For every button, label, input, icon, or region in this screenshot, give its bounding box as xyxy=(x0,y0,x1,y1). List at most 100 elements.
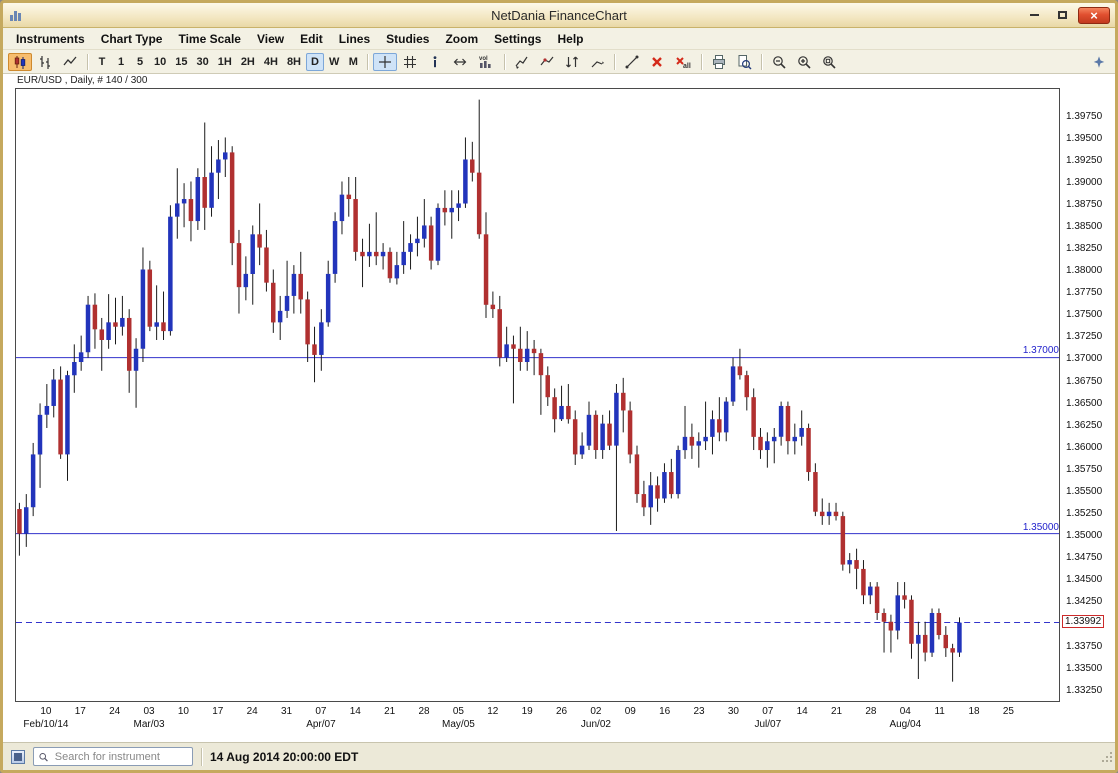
timeframe-2h-button[interactable]: 2H xyxy=(237,53,259,71)
menu-help[interactable]: Help xyxy=(550,30,590,48)
level-label-2: 1.35000 xyxy=(1015,522,1059,533)
minimize-icon xyxy=(1030,14,1039,16)
zoom-reset-button[interactable] xyxy=(817,53,841,71)
timeframe-1m-button[interactable]: 1 xyxy=(112,53,130,71)
menu-chart-type[interactable]: Chart Type xyxy=(94,30,170,48)
x-axis-day-label: 12 xyxy=(478,706,508,717)
statusbar-app-icon[interactable] xyxy=(11,750,25,764)
print-icon xyxy=(711,54,727,70)
toolbar-separator xyxy=(87,54,88,70)
crosshair-button[interactable] xyxy=(373,53,397,71)
menu-instruments[interactable]: Instruments xyxy=(9,30,92,48)
print-preview-button[interactable] xyxy=(732,53,756,71)
x-axis-day-label: 02 xyxy=(581,706,611,717)
x-axis-day-label: 24 xyxy=(237,706,267,717)
toolbar-star-button[interactable] xyxy=(1088,53,1110,71)
x-axis-day-label: 10 xyxy=(31,706,61,717)
y-axis-tick-label: 1.34750 xyxy=(1066,552,1102,563)
timeframe-10m-button[interactable]: 10 xyxy=(150,53,170,71)
timeframe-8h-button[interactable]: 8H xyxy=(283,53,305,71)
y-axis-tick-label: 1.34250 xyxy=(1066,596,1102,607)
ohlc-bars-icon xyxy=(37,54,53,70)
title-bar[interactable]: NetDania FinanceChart × xyxy=(3,3,1115,28)
zoom-out-button[interactable] xyxy=(767,53,791,71)
y-axis-tick-label: 1.36500 xyxy=(1066,398,1102,409)
statusbar-separator xyxy=(201,748,202,766)
data-inspect-button[interactable] xyxy=(535,53,559,71)
y-axis-tick-label: 1.39250 xyxy=(1066,155,1102,166)
y-axis[interactable]: 1.397501.395001.392501.390001.387501.385… xyxy=(1064,89,1114,703)
x-axis-day-label: 25 xyxy=(993,706,1023,717)
scroll-horizontal-button[interactable] xyxy=(448,53,472,71)
resize-grip[interactable] xyxy=(1100,750,1113,768)
maximize-button[interactable] xyxy=(1050,7,1074,23)
grid-icon xyxy=(402,54,418,70)
delete-selected-button[interactable] xyxy=(645,53,669,71)
chart-type-bars-button[interactable] xyxy=(33,53,57,71)
delete-all-button[interactable]: all xyxy=(670,53,696,71)
trendline-button[interactable] xyxy=(620,53,644,71)
chart-area: EUR/USD , Daily, # 140 / 300 1.397501.39… xyxy=(3,74,1115,742)
timeframe-15m-button[interactable]: 15 xyxy=(171,53,191,71)
instrument-search-input[interactable] xyxy=(53,750,188,764)
y-axis-tick-label: 1.38000 xyxy=(1066,265,1102,276)
menu-view[interactable]: View xyxy=(250,30,291,48)
chart-type-line-button[interactable] xyxy=(58,53,82,71)
minimize-button[interactable] xyxy=(1022,7,1046,23)
close-button[interactable]: × xyxy=(1078,7,1110,24)
x-axis-months[interactable]: Feb/10/14Mar/03Apr/07May/05Jun/02Jul/07A… xyxy=(3,719,1063,731)
menu-edit[interactable]: Edit xyxy=(293,30,330,48)
status-bar: 14 Aug 2014 20:00:00 EDT xyxy=(3,742,1115,770)
zoom-in-button[interactable] xyxy=(792,53,816,71)
info-button[interactable] xyxy=(423,53,447,71)
window-title: NetDania FinanceChart xyxy=(3,8,1115,23)
y-axis-tick-label: 1.35500 xyxy=(1066,486,1102,497)
timeframe-4h-button[interactable]: 4H xyxy=(260,53,282,71)
x-axis-day-label: 30 xyxy=(718,706,748,717)
x-axis-day-label: 05 xyxy=(443,706,473,717)
period-weekly-button[interactable]: W xyxy=(325,53,343,71)
x-axis-day-label: 14 xyxy=(340,706,370,717)
menu-studies[interactable]: Studies xyxy=(379,30,436,48)
volume-button[interactable]: vol xyxy=(473,53,499,71)
crosshair-pointer-button[interactable] xyxy=(510,53,534,71)
y-axis-tick-label: 1.37000 xyxy=(1066,353,1102,364)
timeframe-1h-button[interactable]: 1H xyxy=(214,53,236,71)
toolbar-separator xyxy=(504,54,505,70)
pointer-line-icon xyxy=(589,54,605,70)
x-axis-days[interactable]: 1017240310172431071421280512192602091623… xyxy=(3,706,1063,718)
menu-lines[interactable]: Lines xyxy=(332,30,377,48)
pointer-line-button[interactable] xyxy=(585,53,609,71)
price-plot[interactable] xyxy=(15,88,1060,702)
period-daily-button[interactable]: D xyxy=(306,53,324,71)
print-button[interactable] xyxy=(707,53,731,71)
timeframe-30m-button[interactable]: 30 xyxy=(193,53,213,71)
y-axis-tick-label: 1.38500 xyxy=(1066,221,1102,232)
menu-settings[interactable]: Settings xyxy=(487,30,548,48)
menu-time-scale[interactable]: Time Scale xyxy=(171,30,247,48)
compare-instruments-button[interactable] xyxy=(560,53,584,71)
zoom-in-icon xyxy=(796,54,812,70)
x-axis-day-label: 18 xyxy=(959,706,989,717)
chart-info-label: EUR/USD , Daily, # 140 / 300 xyxy=(17,75,147,86)
grid-button[interactable] xyxy=(398,53,422,71)
y-axis-tick-label: 1.33250 xyxy=(1066,685,1102,696)
x-axis-day-label: 09 xyxy=(615,706,645,717)
chart-type-candlestick-button[interactable] xyxy=(8,53,32,71)
statusbar-timestamp: 14 Aug 2014 20:00:00 EDT xyxy=(210,750,358,764)
search-box[interactable] xyxy=(33,747,193,766)
y-axis-tick-label: 1.34500 xyxy=(1066,574,1102,585)
x-axis-day-label: 26 xyxy=(547,706,577,717)
x-axis-day-label: 28 xyxy=(856,706,886,717)
y-axis-tick-label: 1.36000 xyxy=(1066,442,1102,453)
x-axis-day-label: 21 xyxy=(822,706,852,717)
svg-text:all: all xyxy=(683,63,691,70)
x-axis-day-label: 31 xyxy=(272,706,302,717)
y-axis-tick-label: 1.33750 xyxy=(1066,641,1102,652)
timeframe-tick-button[interactable]: T xyxy=(93,53,111,71)
y-axis-tick-label: 1.39000 xyxy=(1066,177,1102,188)
toolbar: T 1 5 10 15 30 1H 2H 4H 8H D W M xyxy=(3,50,1115,74)
period-monthly-button[interactable]: M xyxy=(344,53,362,71)
menu-zoom[interactable]: Zoom xyxy=(438,30,485,48)
timeframe-5m-button[interactable]: 5 xyxy=(131,53,149,71)
